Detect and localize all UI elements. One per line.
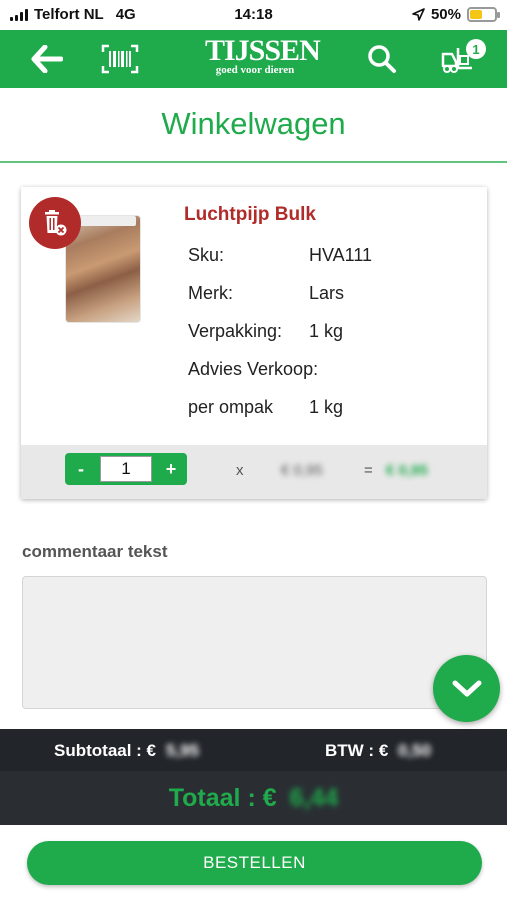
order-button[interactable]: BESTELLEN [27, 841, 482, 885]
tijssen-logo[interactable]: TIJSSEN goed voor dieren [205, 34, 321, 77]
btw-label: BTW : € [325, 741, 389, 760]
quantity-stepper: - + [65, 453, 187, 485]
spec-label-verpakking: Verpakking: [188, 321, 283, 341]
search-icon [368, 45, 396, 73]
title-divider [0, 161, 507, 163]
total-label: Totaal : € [168, 784, 277, 812]
spec-value-sku: HVA111 [309, 245, 373, 265]
subtotal-bar: Subtotaal : € 5,95 BTW : € 0,50 [0, 729, 507, 771]
total-bar: Totaal : € 6,44 [0, 771, 507, 825]
barcode-scan-icon [101, 44, 139, 74]
btw-value: 0,50 [398, 741, 432, 760]
cart-item-card: Luchtpijp Bulk Sku: HVA111 Merk: Lars Ve… [21, 187, 487, 499]
comment-textarea[interactable] [22, 576, 487, 709]
quantity-bar: - + x € 0,95 = € 0,95 [21, 445, 487, 499]
subtotal-value: 5,95 [166, 741, 200, 760]
spec-label-sku: Sku: [188, 245, 225, 265]
spec-value-verpakking: 1 kg [309, 321, 344, 341]
subtotal-label: Subtotaal : € [54, 741, 157, 760]
quantity-increase-button[interactable]: + [155, 453, 187, 485]
top-nav-bar: TIJSSEN goed voor dieren 1 [0, 30, 507, 88]
total-value: 6,44 [289, 784, 339, 812]
spec-label-advies-verkoop: Advies Verkoop: [188, 359, 319, 379]
quantity-input[interactable] [100, 456, 152, 482]
cart-count-badge: 1 [466, 39, 486, 59]
page-title: Winkelwagen [161, 106, 346, 141]
unit-price: € 0,95 [281, 462, 323, 479]
scroll-down-button[interactable] [433, 655, 500, 722]
remove-item-button[interactable] [29, 197, 81, 249]
location-icon [412, 8, 425, 21]
logo-tagline: goed voor dieren [215, 64, 295, 76]
back-button[interactable] [22, 30, 72, 88]
battery-percent: 50% [430, 6, 461, 23]
logo-brand: TIJSSEN [205, 34, 321, 67]
spec-value-per-ompak: 1 kg [309, 397, 344, 417]
trash-remove-icon [45, 210, 67, 236]
battery-icon [467, 7, 500, 22]
product-name[interactable]: Luchtpijp Bulk [184, 204, 316, 226]
comment-label: commentaar tekst [22, 542, 168, 561]
spec-label-per-ompak: per ompak [188, 397, 274, 417]
quantity-decrease-button[interactable]: - [65, 453, 97, 485]
equals-sign: = [364, 462, 373, 479]
spec-label-merk: Merk: [188, 283, 233, 303]
back-arrow-icon [31, 45, 63, 73]
multiply-sign: x [236, 462, 244, 479]
status-bar: Telfort NL 4G 14:18 50% [0, 0, 507, 30]
cart-button[interactable]: 1 [434, 30, 486, 88]
barcode-scan-button[interactable] [98, 30, 142, 88]
search-button[interactable] [362, 30, 402, 88]
spec-value-merk: Lars [309, 283, 345, 303]
chevron-down-icon [452, 680, 481, 696]
line-total: € 0,95 [386, 462, 428, 479]
